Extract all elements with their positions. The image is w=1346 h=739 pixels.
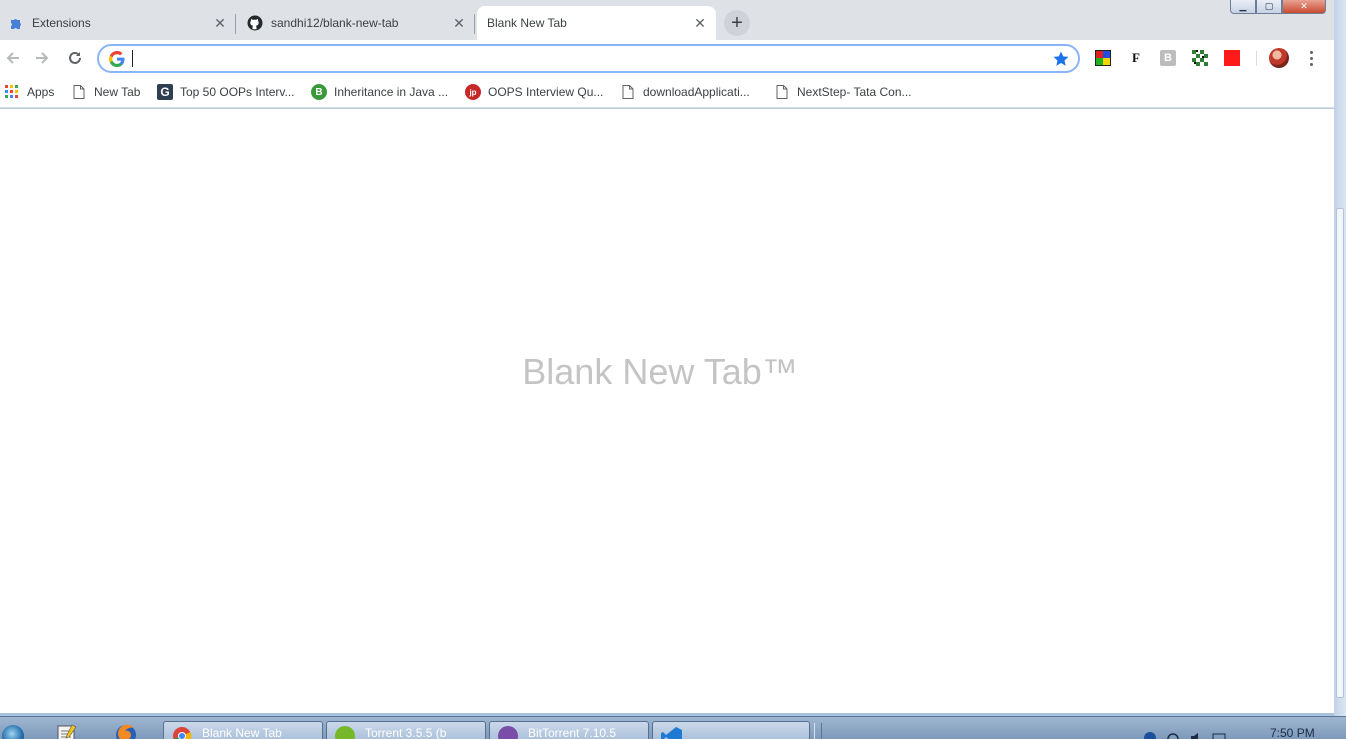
flag-tray-icon[interactable] [1212,731,1226,739]
taskbar-item-label: Blank New Tab [202,726,282,739]
bookmark-label: New Tab [94,85,141,99]
bookmark-label: Apps [27,85,55,99]
browser-menu-button[interactable] [1302,48,1320,68]
utorrent-icon [335,726,355,739]
bittorrent-icon [498,726,518,739]
taskbar-item-torrent[interactable]: Torrent 3.5.5 (b [326,721,486,739]
tab-github[interactable]: sandhi12/blank-new-tab ✕ [239,6,475,40]
page-icon [774,84,790,100]
b-extension-icon[interactable]: B [1160,50,1176,66]
b-circle-icon: B [311,84,327,100]
kebab-dot [1309,50,1313,54]
tab-blank-new-tab[interactable]: Blank New Tab ✕ [477,6,716,40]
bookmark-new-tab[interactable]: New Tab [71,81,140,103]
back-button[interactable] [0,45,26,71]
forward-button[interactable] [29,45,55,71]
bookmark-download-applications[interactable]: downloadApplicati... [620,81,750,103]
red-square-extension-icon[interactable] [1224,50,1240,66]
arrow-left-icon [6,52,19,64]
toolbar-divider [1256,51,1257,66]
firefox-taskbar-icon[interactable] [114,723,142,739]
network-tray-icon[interactable] [1166,731,1180,739]
url-input[interactable] [135,49,1035,68]
reload-icon [69,51,81,64]
browser-window: Extensions ✕ sandhi12/blank-new-tab ✕ Bl… [0,0,1346,716]
tab-strip: Extensions ✕ sandhi12/blank-new-tab ✕ Bl… [0,0,1334,40]
bookmark-label: OOPS Interview Qu... [488,85,604,99]
tab-title: sandhi12/blank-new-tab [271,16,399,30]
tab-title: Blank New Tab [487,16,567,30]
apps-grid-icon [4,84,20,100]
window-controls: ▁ ▢ ✕ [1230,0,1326,14]
bluetooth-tray-icon[interactable] [1143,731,1157,739]
vscode-icon [661,727,682,739]
bookmark-label: Top 50 OOPs Interv... [180,85,295,99]
volume-tray-icon[interactable] [1190,731,1204,739]
pattern-extension-icon[interactable] [1192,50,1208,66]
puzzle-icon [8,15,24,31]
bookmark-label: Inheritance in Java ... [334,85,449,99]
github-icon [247,15,263,31]
taskbar-separator [814,723,822,739]
jp-circle-icon: jp [465,84,481,100]
reload-button[interactable] [62,45,88,71]
arrow-right-icon [36,52,49,64]
close-tab-icon[interactable]: ✕ [451,15,467,31]
tab-extensions[interactable]: Extensions ✕ [0,6,236,40]
bookmark-label: NextStep- Tata Con... [797,85,912,99]
bookmark-inheritance-java[interactable]: B Inheritance in Java ... [311,81,448,103]
close-tab-icon[interactable]: ✕ [212,15,228,31]
new-tab-button[interactable]: + [724,10,750,36]
f-extension-icon[interactable]: F [1128,50,1144,66]
tab-title: Extensions [32,16,91,30]
chrome-icon [173,727,192,739]
page-icon [620,84,636,100]
bookmark-apps[interactable]: Apps [4,81,54,103]
bookmark-oops-interview[interactable]: jp OOPS Interview Qu... [465,81,603,103]
text-cursor [132,50,133,67]
star-icon[interactable] [1052,50,1070,68]
taskbar-clock[interactable]: 7:50 PM [1270,726,1315,739]
page-headline: Blank New Tab™ [522,351,798,392]
kebab-dot [1309,62,1313,66]
close-tab-icon[interactable]: ✕ [692,15,708,31]
bookmarks-bar: Apps New Tab G Top 50 OOPs Interv... B I… [0,76,1334,108]
taskbar-item-vscode[interactable] [652,721,810,739]
minimize-button[interactable]: ▁ [1230,0,1256,14]
taskbar: Blank New Tab Torrent 3.5.5 (b BitTorren… [0,716,1346,739]
toolbar: F B [0,40,1334,76]
bookmark-nextstep-tata[interactable]: NextStep- Tata Con... [774,81,912,103]
scrollbar-thumb[interactable] [1336,208,1344,698]
close-window-button[interactable]: ✕ [1282,0,1326,14]
bookmark-label: downloadApplicati... [643,85,750,99]
kebab-dot [1309,56,1313,60]
profile-avatar[interactable] [1269,48,1289,68]
maximize-button[interactable]: ▢ [1256,0,1282,14]
bookmark-top-50-oops[interactable]: G Top 50 OOPs Interv... [157,81,295,103]
address-bar[interactable] [97,44,1080,73]
taskbar-item-label: BitTorrent 7.10.5 [528,726,617,739]
start-button[interactable] [2,725,24,739]
taskbar-item-bittorrent[interactable]: BitTorrent 7.10.5 [489,721,649,739]
notepad-taskbar-icon[interactable] [56,723,84,739]
page-content: Blank New Tab™ [0,109,1334,713]
plus-icon: + [731,11,743,34]
page-icon [71,84,87,100]
color-grid-extension-icon[interactable] [1095,50,1111,66]
taskbar-item-chrome[interactable]: Blank New Tab [163,721,323,739]
g-logo-icon: G [157,84,173,100]
google-g-icon [109,51,125,67]
taskbar-item-label: Torrent 3.5.5 (b [365,726,447,739]
